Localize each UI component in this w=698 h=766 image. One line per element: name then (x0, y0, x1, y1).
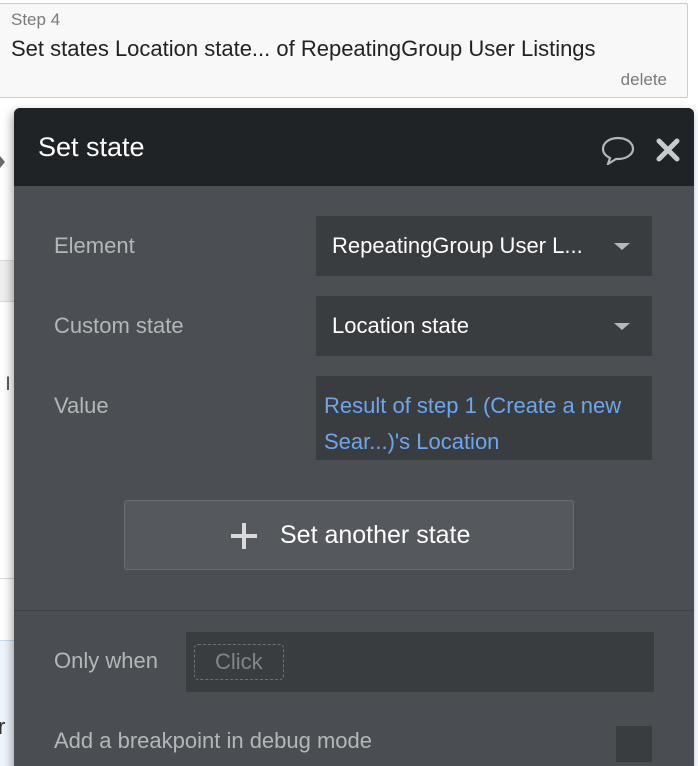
workflow-editor: l r Step 4 Set states Location state... … (0, 0, 698, 766)
breakpoint-label: Add a breakpoint in debug mode (54, 728, 373, 753)
delete-step-link[interactable]: delete (621, 70, 667, 90)
value-expression-field[interactable]: Result of step 1 (Create a new Sear...)'… (316, 376, 652, 460)
close-icon[interactable] (654, 136, 682, 164)
popup-title: Set state (38, 132, 145, 162)
only-when-placeholder[interactable]: Click (194, 644, 284, 680)
popup-header: Set state (14, 108, 694, 186)
set-another-state-button[interactable]: Set another state (124, 500, 574, 570)
custom-state-label: Custom state (54, 313, 184, 338)
only-when-label: Only when (54, 648, 158, 673)
custom-state-dropdown[interactable]: Location state (316, 296, 652, 356)
set-state-popup: Set state Element RepeatingGroup User L.… (14, 108, 694, 766)
chevron-down-icon (614, 323, 630, 330)
canvas-divider (0, 578, 14, 579)
collapse-arrow-icon[interactable] (0, 156, 5, 168)
element-label: Element (54, 233, 135, 258)
canvas-text-fragment: l (6, 374, 10, 394)
value-expression-text[interactable]: Result of step 1 (Create a new Sear...)'… (324, 393, 621, 454)
element-dropdown[interactable]: RepeatingGroup User L... (316, 216, 652, 276)
set-another-state-label: Set another state (280, 521, 471, 549)
workflow-step-card[interactable]: Step 4 Set states Location state... of R… (0, 3, 688, 98)
speech-bubble-icon[interactable] (600, 135, 636, 165)
custom-state-dropdown-value: Location state (332, 313, 469, 338)
canvas-text-fragment: r (0, 714, 6, 739)
breakpoint-checkbox[interactable] (616, 726, 652, 762)
canvas-gray-band (0, 260, 14, 302)
element-dropdown-value: RepeatingGroup User L... (332, 233, 583, 258)
only-when-field[interactable]: Click (186, 632, 654, 692)
step-number: Step 4 (11, 10, 61, 29)
canvas-selected-area (0, 640, 14, 766)
plus-icon (231, 523, 257, 549)
step-title: Set states Location state... of Repeatin… (11, 36, 596, 61)
chevron-down-icon (614, 243, 630, 250)
value-label: Value (54, 393, 109, 418)
